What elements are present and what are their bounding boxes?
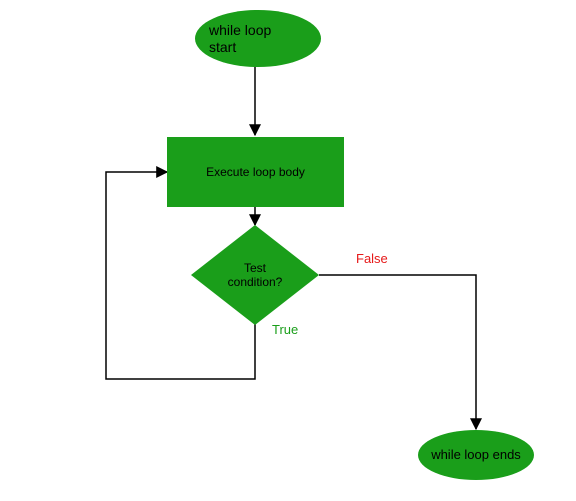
node-end-label: while loop ends	[431, 447, 521, 463]
node-end: while loop ends	[418, 430, 534, 480]
edge-cond-false-to-end	[319, 275, 476, 429]
node-start: while loop start	[195, 10, 321, 67]
edge-label-true: True	[272, 322, 298, 337]
node-body-label: Execute loop body	[206, 165, 305, 179]
node-cond: Test condition?	[191, 225, 319, 325]
node-body: Execute loop body	[167, 137, 344, 207]
node-cond-label: Test condition?	[228, 261, 283, 290]
edge-label-false: False	[356, 251, 388, 266]
node-start-label: while loop start	[209, 22, 271, 56]
